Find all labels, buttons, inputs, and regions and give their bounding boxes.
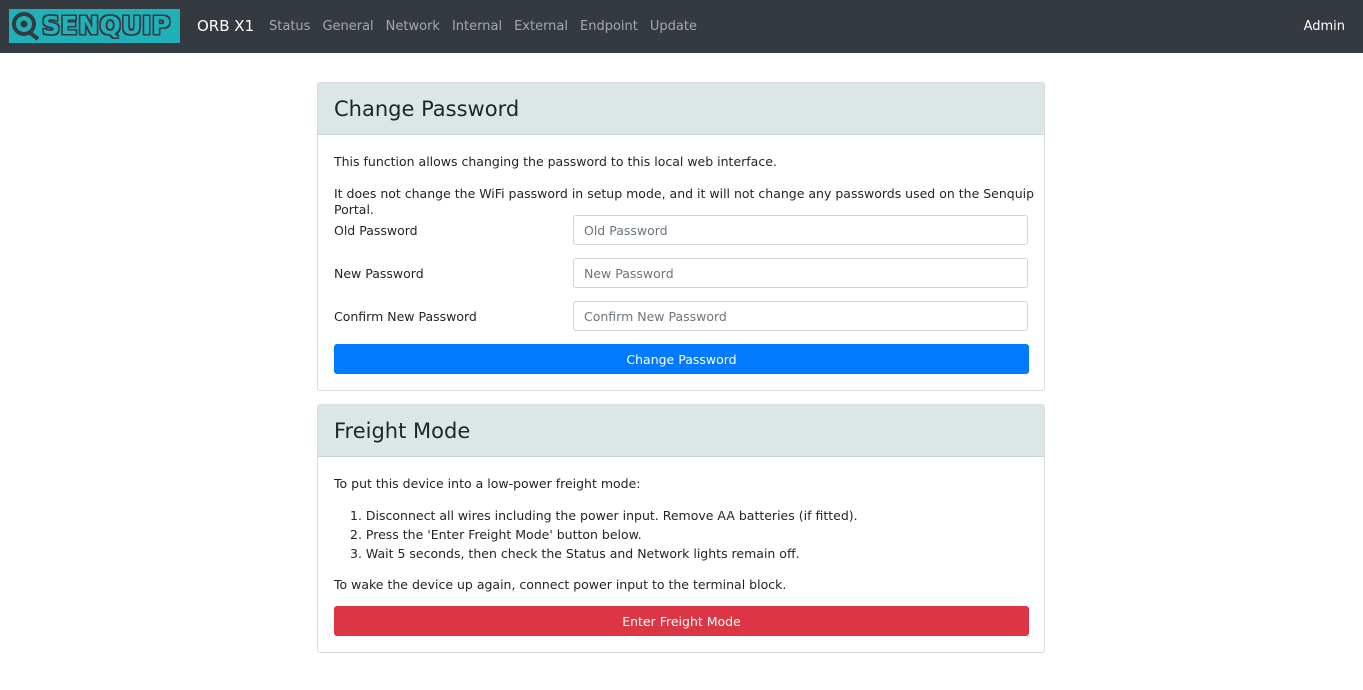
freight-mode-steps: 1. Disconnect all wires including the po…	[334, 506, 1014, 563]
change-password-header: Change Password	[318, 83, 1044, 135]
change-password-title: Change Password	[334, 96, 520, 121]
change-password-card: Change Password This function allows cha…	[317, 82, 1045, 391]
confirm-password-row: Confirm New Password	[334, 301, 1028, 331]
freight-mode-wake-text: To wake the device up again, connect pow…	[334, 577, 787, 592]
confirm-password-input[interactable]	[573, 301, 1028, 331]
freight-mode-card: Freight Mode To put this device into a l…	[317, 404, 1045, 653]
old-password-row: Old Password	[334, 215, 1028, 245]
old-password-input[interactable]	[573, 215, 1028, 245]
senquip-logo-icon	[11, 11, 41, 41]
nav-general[interactable]: General	[322, 18, 373, 36]
change-password-desc-1: This function allows changing the passwo…	[334, 154, 777, 169]
navbar: SENQUIP ORB X1 Status General Network In…	[0, 0, 1363, 53]
change-password-button[interactable]: Change Password	[334, 344, 1029, 374]
new-password-label: New Password	[334, 265, 424, 281]
main-nav: Status General Network Internal External…	[269, 18, 709, 36]
logo-text: SENQUIP	[42, 11, 171, 40]
freight-step: 2. Press the 'Enter Freight Mode' button…	[350, 527, 642, 542]
freight-step: 3. Wait 5 seconds, then check the Status…	[350, 546, 800, 561]
freight-step: 1. Disconnect all wires including the po…	[350, 508, 858, 523]
nav-update[interactable]: Update	[650, 18, 697, 36]
nav-network[interactable]: Network	[386, 18, 440, 36]
device-name[interactable]: ORB X1	[197, 16, 254, 36]
old-password-label: Old Password	[334, 222, 418, 238]
nav-status[interactable]: Status	[269, 18, 310, 36]
enter-freight-mode-button[interactable]: Enter Freight Mode	[334, 606, 1029, 636]
senquip-logo[interactable]: SENQUIP	[9, 9, 180, 43]
confirm-password-label: Confirm New Password	[334, 308, 477, 324]
admin-menu[interactable]: Admin	[1304, 18, 1345, 36]
change-password-desc-2: It does not change the WiFi password in …	[334, 186, 1035, 217]
nav-endpoint[interactable]: Endpoint	[580, 18, 638, 36]
new-password-input[interactable]	[573, 258, 1028, 288]
freight-mode-title: Freight Mode	[334, 418, 471, 443]
new-password-row: New Password	[334, 258, 1028, 288]
freight-mode-intro: To put this device into a low-power frei…	[334, 476, 641, 491]
nav-internal[interactable]: Internal	[452, 18, 502, 36]
nav-external[interactable]: External	[514, 18, 568, 36]
freight-mode-header: Freight Mode	[318, 405, 1044, 457]
